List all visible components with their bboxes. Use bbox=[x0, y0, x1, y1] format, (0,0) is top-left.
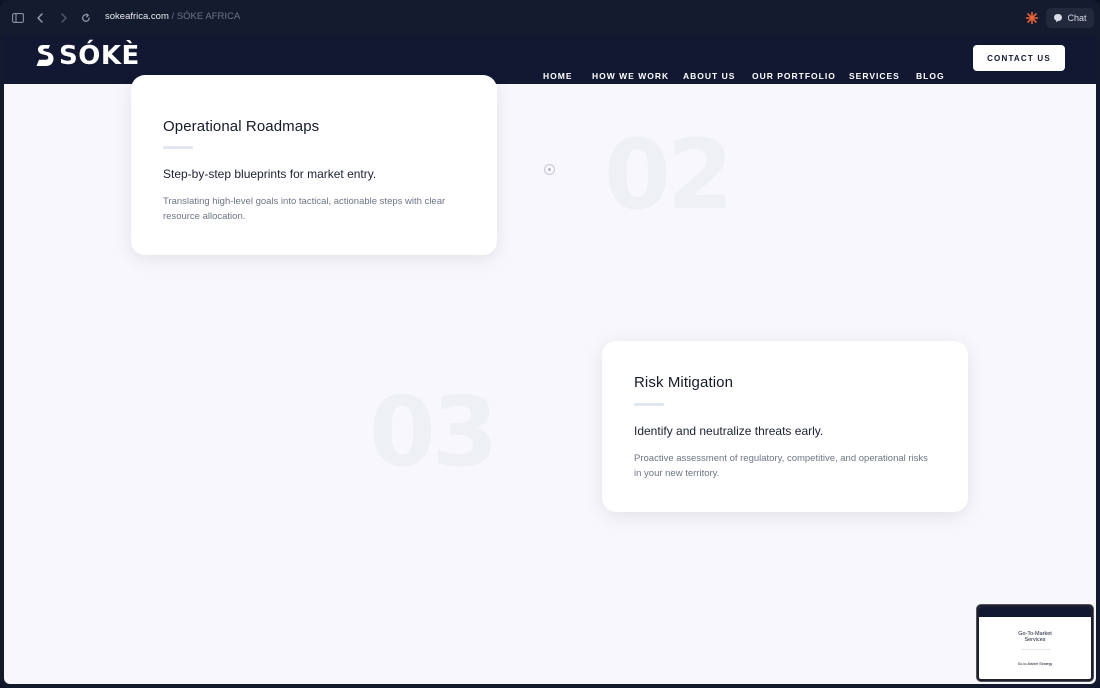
card-subtitle: Identify and neutralize threats early. bbox=[634, 424, 824, 438]
reload-icon[interactable] bbox=[78, 10, 94, 26]
card-divider bbox=[634, 403, 664, 406]
card-divider bbox=[163, 146, 193, 149]
step-number-ghost: 02 bbox=[604, 119, 734, 231]
logo-mark-icon bbox=[36, 45, 54, 66]
nav-our-portfolio[interactable]: OUR PORTFOLIO bbox=[752, 71, 836, 81]
browser-toolbar: sokeafrica.com / SÓKE AFRICA Chat bbox=[0, 0, 1100, 35]
card-description: Translating high-level goals into tactic… bbox=[163, 196, 446, 222]
thumbnail-line bbox=[1021, 649, 1051, 650]
card-title: Operational Roadmaps bbox=[163, 118, 320, 135]
chat-label: Chat bbox=[1067, 13, 1087, 23]
thumbnail-heading: Go-To-Market Services bbox=[1018, 631, 1052, 643]
step-number-ghost: 03 bbox=[369, 376, 499, 488]
nav-how-we-work[interactable]: HOW WE WORK bbox=[592, 71, 669, 81]
card-title: Risk Mitigation bbox=[634, 374, 734, 391]
logo-text: SÓKÈ bbox=[59, 41, 140, 71]
nav-home[interactable]: HOME bbox=[543, 71, 573, 81]
chat-bubble-icon bbox=[1054, 14, 1063, 23]
url-page-title: SÓKE AFRICA bbox=[176, 11, 241, 22]
address-bar[interactable]: sokeafrica.com / SÓKE AFRICA bbox=[105, 11, 240, 22]
card-description: Proactive assessment of regulatory, comp… bbox=[634, 453, 928, 479]
nav-about-us[interactable]: ABOUT US bbox=[683, 71, 735, 81]
thumbnail-caption: Go-to-Market Strategy bbox=[1017, 662, 1053, 666]
nav-services[interactable]: SERVICES bbox=[849, 71, 900, 81]
timeline-dot bbox=[544, 164, 555, 175]
extension-icon[interactable] bbox=[1025, 11, 1039, 25]
url-separator: / bbox=[168, 11, 177, 22]
site-logo[interactable]: SÓKÈ bbox=[35, 41, 140, 71]
back-icon[interactable] bbox=[32, 10, 48, 26]
step-card-operational-roadmaps: Operational Roadmaps Step-by-step bluepr… bbox=[131, 75, 497, 255]
nav-blog[interactable]: BLOG bbox=[916, 71, 945, 81]
contact-us-button[interactable]: CONTACT US bbox=[973, 45, 1065, 71]
card-subtitle: Step-by-step blueprints for market entry… bbox=[163, 167, 377, 181]
url-domain: sokeafrica.com bbox=[105, 11, 169, 22]
thumbnail-header bbox=[979, 607, 1091, 617]
website-viewport: SÓKÈ HOME HOW WE WORK ABOUT US OUR PORTF… bbox=[4, 35, 1096, 684]
forward-icon[interactable] bbox=[56, 10, 72, 26]
step-card-risk-mitigation: Risk Mitigation Identify and neutralize … bbox=[602, 341, 968, 512]
chat-button[interactable]: Chat bbox=[1046, 8, 1094, 28]
browser-window: sokeafrica.com / SÓKE AFRICA Chat SÓKÈ H… bbox=[0, 0, 1100, 688]
sidebar-toggle-icon[interactable] bbox=[10, 10, 26, 26]
page-thumbnail-preview[interactable]: Go-To-Market Services Go-to-Market Strat… bbox=[977, 605, 1093, 681]
